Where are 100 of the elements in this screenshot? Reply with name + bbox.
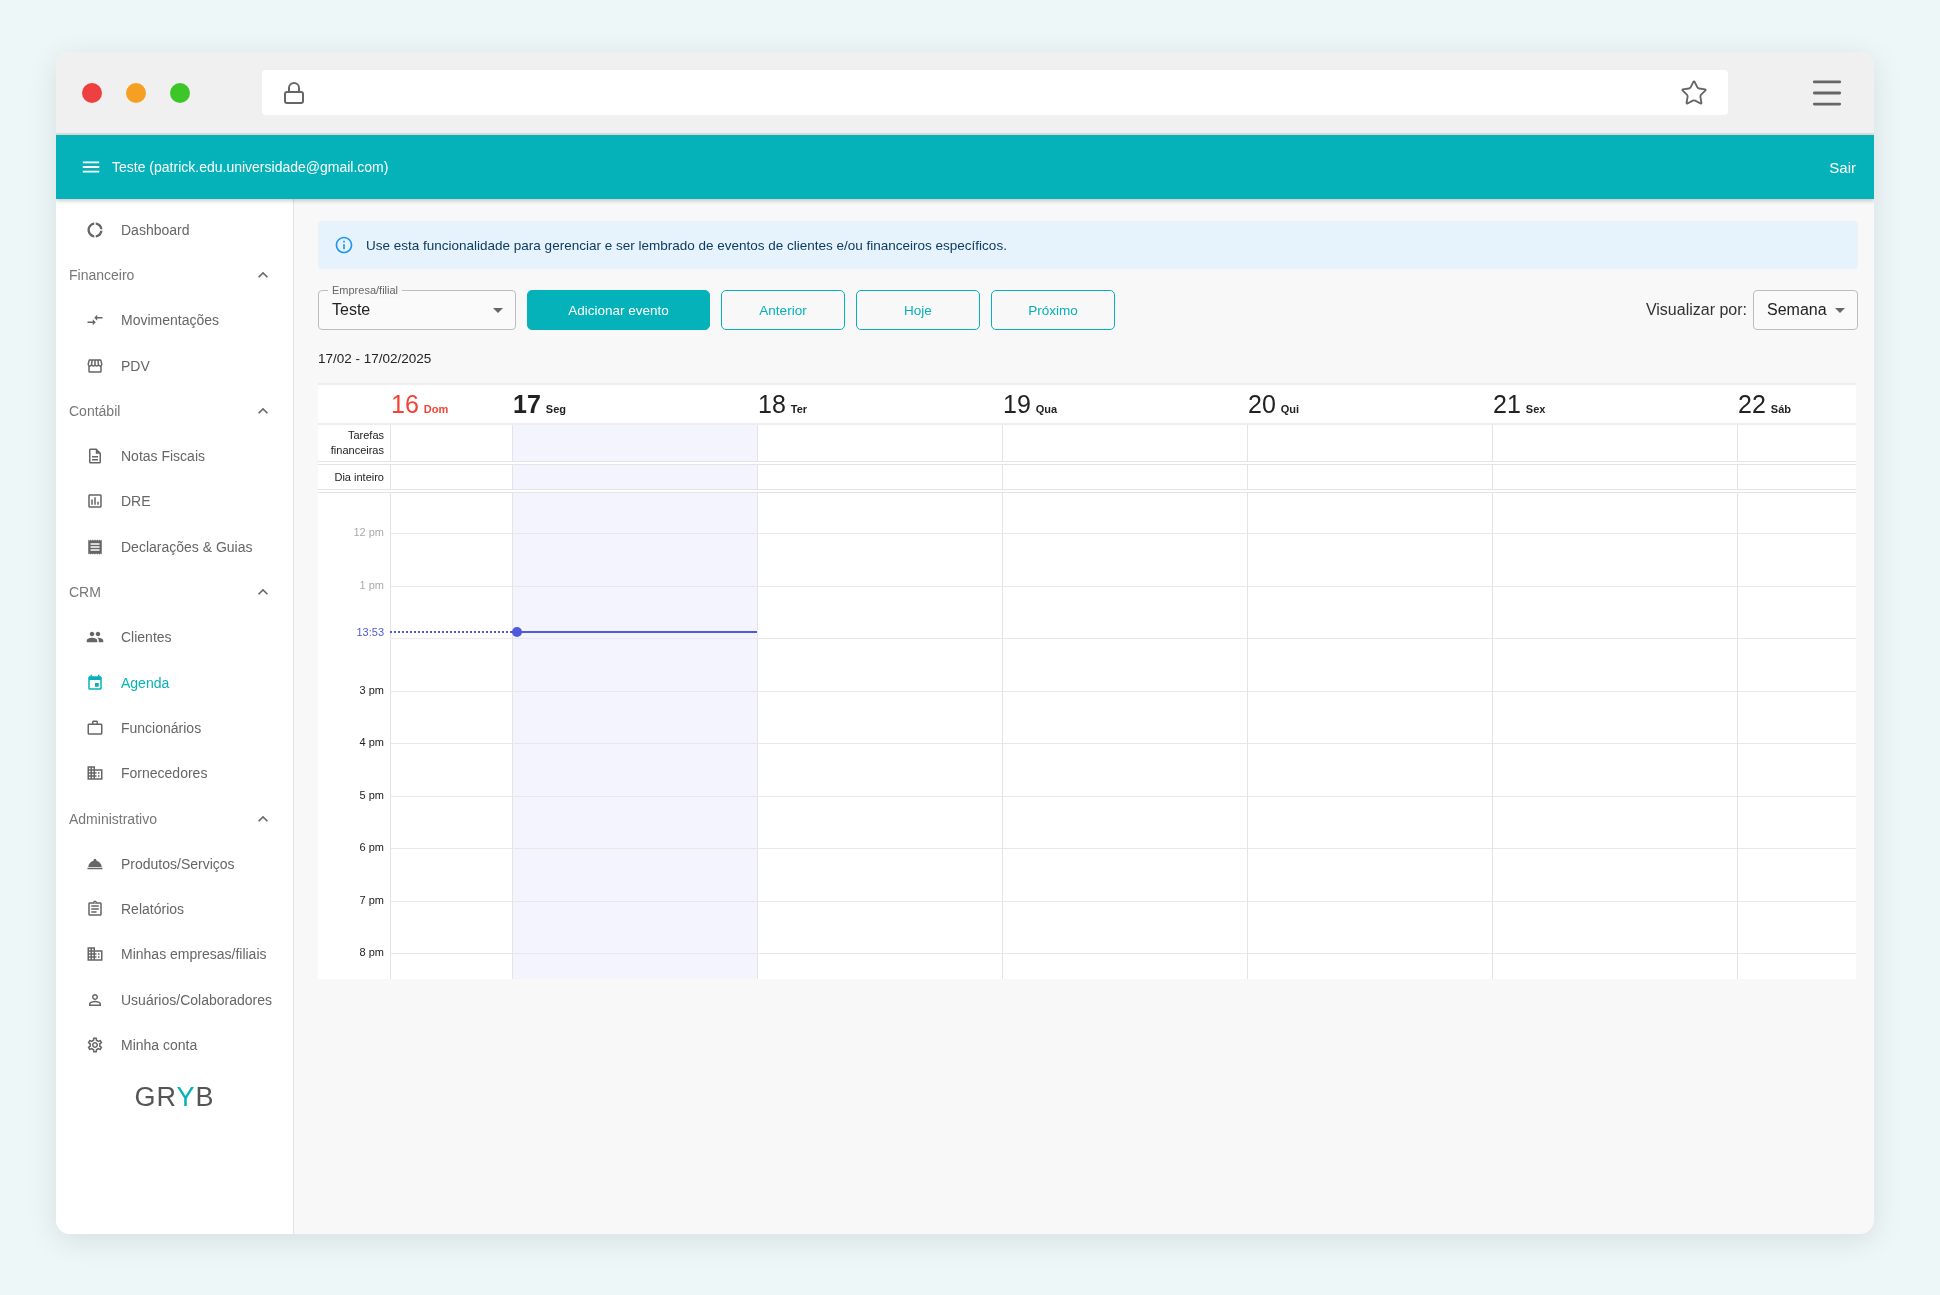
time-cell[interactable] bbox=[1247, 638, 1492, 691]
sidebar-item[interactable]: Clientes bbox=[56, 614, 293, 660]
time-cell[interactable] bbox=[390, 795, 512, 848]
hour-label: 3 pm bbox=[358, 683, 385, 696]
sidebar-item[interactable]: Movimentações bbox=[56, 297, 293, 343]
sidebar-item[interactable]: Notas Fiscais bbox=[56, 433, 293, 479]
time-cell[interactable] bbox=[390, 690, 512, 743]
time-cell[interactable] bbox=[1002, 795, 1247, 848]
time-cell[interactable] bbox=[512, 690, 757, 743]
day-header[interactable]: 16 Dom bbox=[390, 389, 512, 419]
time-cell[interactable] bbox=[390, 638, 512, 691]
time-cell[interactable] bbox=[512, 900, 757, 953]
time-cell[interactable] bbox=[1492, 900, 1737, 953]
star-icon[interactable] bbox=[1680, 78, 1708, 107]
time-cell[interactable] bbox=[390, 848, 512, 901]
sidebar-item[interactable]: Dashboard bbox=[56, 207, 293, 253]
sidebar-item[interactable]: Minha conta bbox=[56, 1022, 293, 1068]
time-cell[interactable] bbox=[512, 533, 757, 586]
time-cell[interactable] bbox=[1492, 585, 1737, 638]
time-cell[interactable] bbox=[1002, 953, 1247, 979]
time-cell[interactable] bbox=[757, 585, 1002, 638]
time-cell[interactable] bbox=[1247, 795, 1492, 848]
document-icon bbox=[86, 447, 104, 466]
time-cell[interactable] bbox=[1247, 848, 1492, 901]
time-cell[interactable] bbox=[1247, 690, 1492, 743]
day-header[interactable]: 17 Seg bbox=[512, 389, 757, 419]
time-cell[interactable] bbox=[512, 953, 757, 979]
time-cell[interactable] bbox=[390, 533, 512, 586]
day-header[interactable]: 21 Sex bbox=[1492, 389, 1737, 419]
day-header[interactable]: 19 Qua bbox=[1002, 389, 1247, 419]
time-cell[interactable] bbox=[1492, 743, 1737, 796]
time-cell[interactable] bbox=[757, 848, 1002, 901]
time-cell[interactable] bbox=[512, 848, 757, 901]
time-cell[interactable] bbox=[1002, 900, 1247, 953]
time-cell[interactable] bbox=[1492, 638, 1737, 691]
time-cell[interactable] bbox=[757, 690, 1002, 743]
minimize-window-dot[interactable] bbox=[126, 82, 146, 103]
time-cell[interactable] bbox=[512, 743, 757, 796]
sidebar-section[interactable]: Financeiro bbox=[56, 252, 293, 298]
time-cell[interactable] bbox=[390, 585, 512, 638]
current-time-label: 13:53 bbox=[355, 624, 385, 639]
day-header[interactable]: 22 Sáb bbox=[1737, 389, 1856, 419]
sidebar-section[interactable]: Administrativo bbox=[56, 795, 293, 842]
sidebar-item[interactable]: Fornecedores bbox=[56, 750, 293, 796]
close-window-dot[interactable] bbox=[82, 82, 102, 103]
time-cell[interactable] bbox=[1737, 848, 1856, 901]
sidebar-item[interactable]: PDV bbox=[56, 342, 293, 389]
time-cell[interactable] bbox=[512, 638, 757, 691]
time-cell[interactable] bbox=[757, 533, 1002, 586]
time-cell[interactable] bbox=[390, 900, 512, 953]
time-cell[interactable] bbox=[1492, 690, 1737, 743]
view-select[interactable]: Semana bbox=[1753, 290, 1858, 330]
sidebar-item[interactable]: DRE bbox=[56, 478, 293, 525]
time-cell[interactable] bbox=[390, 743, 512, 796]
time-cell[interactable] bbox=[1002, 690, 1247, 743]
time-cell[interactable] bbox=[1737, 690, 1856, 743]
time-cell[interactable] bbox=[390, 953, 512, 979]
time-cell[interactable] bbox=[1247, 953, 1492, 979]
time-cell[interactable] bbox=[757, 795, 1002, 848]
day-header[interactable]: 18 Ter bbox=[757, 389, 1002, 419]
sidebar-section[interactable]: Contábil bbox=[56, 388, 293, 434]
sidebar-item[interactable]: Usuários/Colaboradores bbox=[56, 977, 293, 1023]
sidebar-item[interactable]: Produtos/Serviços bbox=[56, 841, 293, 887]
time-cell[interactable] bbox=[1247, 900, 1492, 953]
time-cell[interactable] bbox=[1737, 795, 1856, 848]
time-cell[interactable] bbox=[1737, 953, 1856, 979]
time-cell[interactable] bbox=[757, 953, 1002, 979]
time-cell[interactable] bbox=[1737, 533, 1856, 586]
time-cell[interactable] bbox=[757, 638, 1002, 691]
time-cell[interactable] bbox=[1247, 533, 1492, 586]
day-cell[interactable] bbox=[512, 425, 757, 461]
time-cell[interactable] bbox=[1002, 533, 1247, 586]
time-cell[interactable] bbox=[1492, 848, 1737, 901]
time-cell[interactable] bbox=[1247, 743, 1492, 796]
time-cell[interactable] bbox=[1737, 900, 1856, 953]
sidebar-item[interactable]: Funcionários bbox=[56, 705, 293, 751]
time-cell[interactable] bbox=[1737, 638, 1856, 691]
day-cell[interactable] bbox=[512, 465, 757, 489]
time-cell[interactable] bbox=[1002, 585, 1247, 638]
time-cell[interactable] bbox=[512, 795, 757, 848]
sidebar-item[interactable]: Relatórios bbox=[56, 886, 293, 932]
time-cell[interactable] bbox=[1247, 585, 1492, 638]
sidebar-item[interactable]: Minhas empresas/filiais bbox=[56, 931, 293, 978]
time-cell[interactable] bbox=[1002, 638, 1247, 691]
time-cell[interactable] bbox=[1492, 953, 1737, 979]
time-cell[interactable] bbox=[1492, 795, 1737, 848]
sidebar-item[interactable]: Declarações & Guias bbox=[56, 524, 293, 570]
sidebar-section[interactable]: CRM bbox=[56, 569, 293, 615]
time-cell[interactable] bbox=[1002, 743, 1247, 796]
time-cell[interactable] bbox=[512, 493, 757, 533]
maximize-window-dot[interactable] bbox=[170, 82, 190, 103]
time-cell[interactable] bbox=[1737, 585, 1856, 638]
time-cell[interactable] bbox=[1002, 848, 1247, 901]
hour-label: 1 pm bbox=[358, 578, 385, 591]
day-header[interactable]: 20 Qui bbox=[1247, 389, 1492, 419]
time-cell[interactable] bbox=[757, 743, 1002, 796]
time-cell[interactable] bbox=[757, 900, 1002, 953]
time-cell[interactable] bbox=[1737, 743, 1856, 796]
time-cell[interactable] bbox=[1492, 533, 1737, 586]
section-label: Financeiro bbox=[69, 266, 135, 283]
